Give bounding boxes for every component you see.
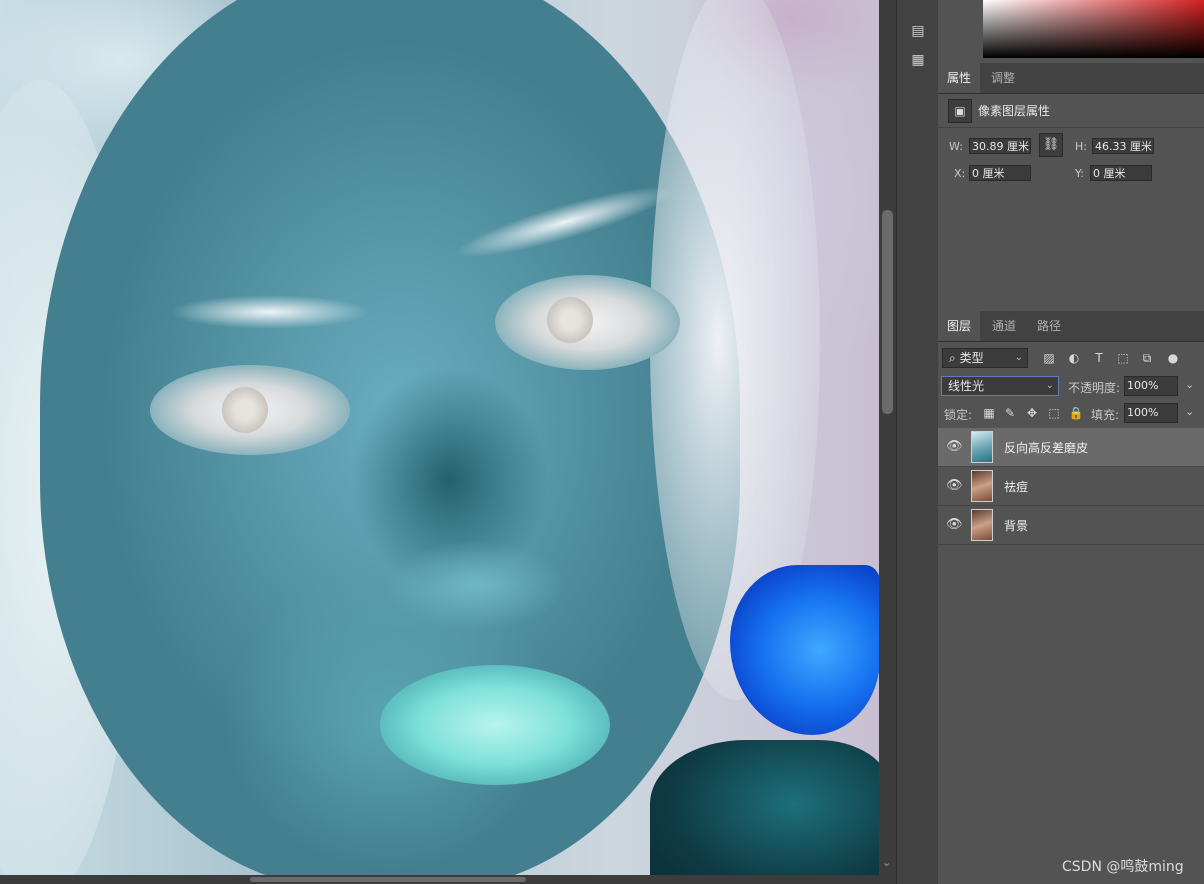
type-filter-icon[interactable]: T — [1091, 350, 1107, 366]
hand — [650, 740, 879, 875]
notes-icon[interactable]: ▦ — [910, 51, 926, 69]
color-picker-field[interactable] — [983, 0, 1204, 58]
opacity-label: 不透明度: — [1068, 381, 1121, 395]
layer-thumbnail — [971, 470, 993, 502]
left-iris — [222, 387, 268, 433]
y-field[interactable]: 0 厘米 — [1090, 165, 1152, 181]
lock-image-pixels-icon[interactable]: ✎ — [1002, 405, 1018, 421]
layer-thumbnail — [971, 509, 993, 541]
height-label: H: — [1075, 140, 1087, 153]
fill-dropdown-icon[interactable]: ⌄ — [1185, 405, 1194, 418]
search-icon: ⌕ — [949, 351, 956, 365]
lock-label: 锁定: — [944, 408, 973, 422]
layers-tabs: 图层 通道 路径 — [938, 311, 1204, 342]
fill-label: 填充: — [1091, 408, 1120, 422]
lock-all-icon[interactable]: 🔒 — [1068, 405, 1084, 421]
layer-filter-select[interactable]: ⌕ 类型 ⌄ — [942, 348, 1028, 368]
right-eye — [495, 275, 680, 370]
link-dimensions-icon[interactable]: ⛓ — [1039, 133, 1063, 157]
lock-position-icon[interactable]: ✥ — [1024, 405, 1040, 421]
scroll-down-icon[interactable]: ⌄ — [882, 856, 891, 869]
vertical-scroll-thumb[interactable] — [882, 210, 893, 414]
tab-adjustments[interactable]: 调整 — [982, 63, 1024, 93]
shape-filter-icon[interactable]: ⬚ — [1115, 350, 1131, 366]
tab-properties[interactable]: 属性 — [938, 63, 980, 93]
height-field[interactable]: 46.33 厘米 — [1092, 138, 1154, 154]
fill-value: 100% — [1127, 406, 1159, 419]
layer-row[interactable]: 👁 背景 — [938, 506, 1204, 545]
nose — [385, 540, 565, 630]
watermark: CSDN @鸣鼓ming — [1062, 859, 1184, 875]
layer-name[interactable]: 反向高反差磨皮 — [1004, 439, 1088, 456]
properties-header: ▣ 像素图层属性 — [938, 93, 1204, 128]
width-label: W: — [949, 140, 963, 153]
layer-row[interactable]: 👁 反向高反差磨皮 — [938, 428, 1204, 467]
collapsed-panel-strip: ▤ ▦ — [896, 0, 940, 884]
left-eye — [150, 365, 350, 455]
y-label: Y: — [1075, 167, 1084, 180]
left-eyebrow — [170, 295, 370, 329]
x-label: X: — [954, 167, 966, 180]
lock-artboard-icon[interactable]: ⬚ — [1046, 405, 1062, 421]
filter-kind-value: 类型 — [959, 351, 984, 365]
blend-mode-value: 线性光 — [948, 379, 985, 393]
properties-title: 像素图层属性 — [978, 104, 1051, 118]
visibility-eye-icon[interactable]: 👁 — [946, 478, 963, 494]
layer-name[interactable]: 背景 — [1004, 517, 1028, 534]
layer-name[interactable]: 祛痘 — [1004, 478, 1028, 495]
layer-row[interactable]: 👁 祛痘 — [938, 467, 1204, 506]
flower — [730, 565, 879, 735]
tab-layers[interactable]: 图层 — [938, 311, 980, 341]
document-canvas[interactable] — [0, 0, 879, 875]
opacity-value: 100% — [1127, 379, 1159, 392]
canvas-horizontal-scrollbar[interactable] — [0, 875, 896, 884]
properties-tabs: 属性 调整 — [938, 63, 1204, 94]
visibility-eye-icon[interactable]: 👁 — [946, 439, 963, 455]
opacity-dropdown-icon[interactable]: ⌄ — [1185, 378, 1194, 391]
visibility-eye-icon[interactable]: 👁 — [946, 517, 963, 533]
right-panel-dock: 属性 调整 ▣ 像素图层属性 W: 30.89 厘米 ⛓ H: 46.33 厘米… — [938, 0, 1204, 884]
x-field[interactable]: 0 厘米 — [969, 165, 1031, 181]
opacity-field[interactable]: 100% — [1124, 376, 1178, 396]
fill-field[interactable]: 100% — [1124, 403, 1178, 423]
horizontal-scroll-thumb[interactable] — [250, 877, 526, 882]
lock-transparent-pixels-icon[interactable]: ▦ — [981, 405, 997, 421]
blend-mode-select[interactable]: 线性光 ⌄ — [941, 376, 1059, 396]
layer-thumbnail — [971, 431, 993, 463]
libraries-icon[interactable]: ▤ — [910, 22, 926, 40]
smart-object-filter-icon[interactable]: ⧉ — [1139, 350, 1155, 366]
filter-toggle-icon[interactable]: ● — [1165, 350, 1181, 366]
tab-channels[interactable]: 通道 — [982, 311, 1026, 341]
pixel-filter-icon[interactable]: ▨ — [1041, 350, 1057, 366]
pixel-layer-icon: ▣ — [948, 99, 972, 123]
canvas-vertical-scrollbar[interactable]: ⌄ — [879, 0, 896, 875]
right-iris — [547, 297, 593, 343]
adjustment-filter-icon[interactable]: ◐ — [1066, 350, 1082, 366]
width-field[interactable]: 30.89 厘米 — [969, 138, 1031, 154]
tab-paths[interactable]: 路径 — [1028, 311, 1070, 341]
chevron-down-icon: ⌄ — [1014, 352, 1023, 363]
chevron-down-icon: ⌄ — [1045, 380, 1054, 391]
lips — [380, 665, 610, 785]
